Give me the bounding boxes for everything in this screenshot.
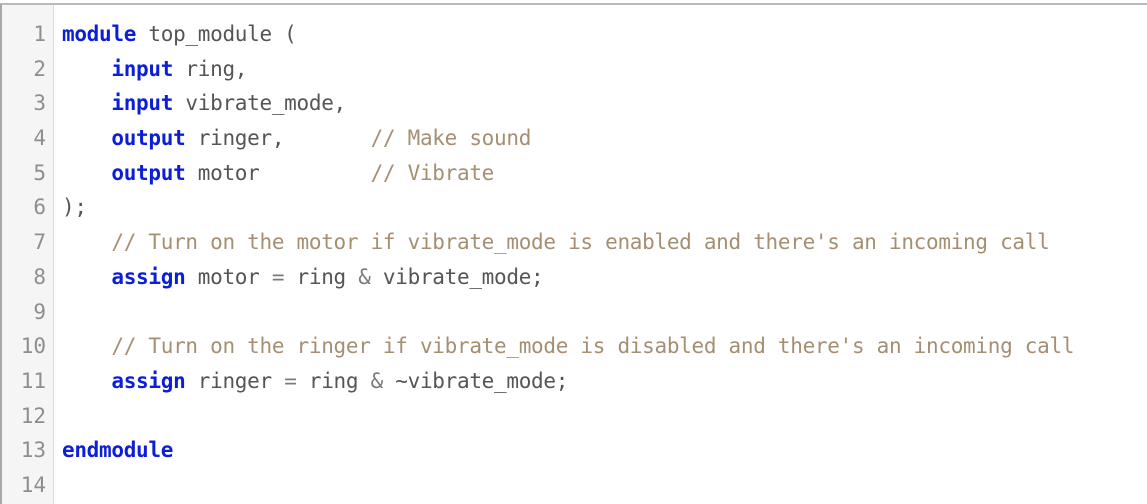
- code-line[interactable]: 14: [2, 468, 1147, 503]
- line-number: 9: [33, 299, 46, 324]
- line-content: assign motor = ring & vibrate_mode;: [62, 260, 543, 295]
- code-line[interactable]: 9: [2, 295, 1147, 330]
- line-number: 2: [33, 56, 46, 81]
- code-line[interactable]: 1 module top_module (: [2, 17, 1147, 52]
- line-number: 6: [33, 195, 46, 220]
- line-content: );: [62, 190, 87, 225]
- comment-token: // Turn on the ringer if vibrate_mode is…: [111, 334, 1075, 359]
- keyword-token: assign: [111, 368, 186, 393]
- text-token: vibrate_mode;: [370, 264, 544, 289]
- line-content: // Turn on the motor if vibrate_mode is …: [62, 225, 1049, 260]
- line-content: assign ringer = ring & ~vibrate_mode;: [62, 364, 568, 399]
- text-token: ring: [284, 264, 359, 289]
- comment-token: // Vibrate: [370, 160, 495, 185]
- code-area[interactable]: 1 module top_module (2 input ring, 3 input…: [2, 17, 1147, 503]
- comment-token: // Turn on the motor if vibrate_mode is …: [111, 230, 1050, 255]
- line-number: 3: [33, 91, 46, 116]
- code-line[interactable]: 11 assign ringer = ring & ~vibrate_mode;: [2, 364, 1147, 399]
- line-number: 8: [33, 264, 46, 289]
- keyword-token: input: [111, 91, 174, 116]
- operator-token: &: [370, 368, 384, 393]
- code-line[interactable]: 8 assign motor = ring & vibrate_mode;: [2, 260, 1147, 295]
- line-content: endmodule: [62, 433, 173, 468]
- line-number: 4: [33, 126, 46, 151]
- operator-token: &: [358, 264, 371, 289]
- line-number: 11: [20, 368, 46, 393]
- line-content: input ring,: [62, 52, 247, 87]
- line-content: output motor // Vibrate: [62, 156, 494, 191]
- text-token: ring: [296, 368, 371, 393]
- code-line[interactable]: 3 input vibrate_mode,: [2, 86, 1147, 121]
- text-token: ~vibrate_mode;: [382, 368, 569, 393]
- line-number: 1: [33, 22, 46, 46]
- code-line[interactable]: 12: [2, 399, 1147, 434]
- comment-token: // Make sound: [370, 126, 532, 151]
- keyword-token: output: [111, 126, 186, 151]
- keyword-token: input: [111, 56, 174, 81]
- code-line[interactable]: 10 // Turn on the ringer if vibrate_mode…: [2, 329, 1147, 364]
- line-content: module top_module (: [62, 17, 297, 52]
- line-content: output ringer, // Make sound: [62, 121, 531, 156]
- line-number: 5: [33, 160, 46, 185]
- line-number: 12: [20, 403, 46, 428]
- text-token: motor: [185, 264, 272, 289]
- code-line[interactable]: 5 output motor // Vibrate: [2, 156, 1147, 191]
- text-token: ringer,: [185, 126, 371, 151]
- code-editor[interactable]: 1 module top_module (2 input ring, 3 input…: [0, 3, 1147, 504]
- code-line[interactable]: 4 output ringer, // Make sound: [2, 121, 1147, 156]
- text-token: top_module (: [136, 22, 297, 46]
- keyword-token: output: [111, 160, 186, 185]
- code-line[interactable]: 7 // Turn on the motor if vibrate_mode i…: [2, 225, 1147, 260]
- line-content: input vibrate_mode,: [62, 86, 346, 121]
- code-line[interactable]: 6);: [2, 190, 1147, 225]
- text-token: motor: [185, 160, 371, 185]
- line-number: 7: [33, 230, 46, 255]
- operator-token: =: [271, 264, 285, 289]
- keyword-token: assign: [111, 264, 186, 289]
- keyword-token: module: [62, 22, 137, 46]
- text-token: ring,: [173, 56, 248, 81]
- text-token: vibrate_mode,: [173, 91, 346, 116]
- code-line[interactable]: 2 input ring,: [2, 52, 1147, 87]
- line-number: 14: [20, 472, 46, 497]
- line-number: 10: [20, 334, 46, 359]
- line-content: // Turn on the ringer if vibrate_mode is…: [62, 329, 1074, 364]
- operator-token: =: [284, 368, 297, 393]
- keyword-token: endmodule: [62, 438, 174, 463]
- text-token: );: [62, 195, 87, 220]
- line-number: 13: [20, 438, 46, 463]
- text-token: ringer: [185, 368, 285, 393]
- code-line[interactable]: 13 endmodule: [2, 433, 1147, 468]
